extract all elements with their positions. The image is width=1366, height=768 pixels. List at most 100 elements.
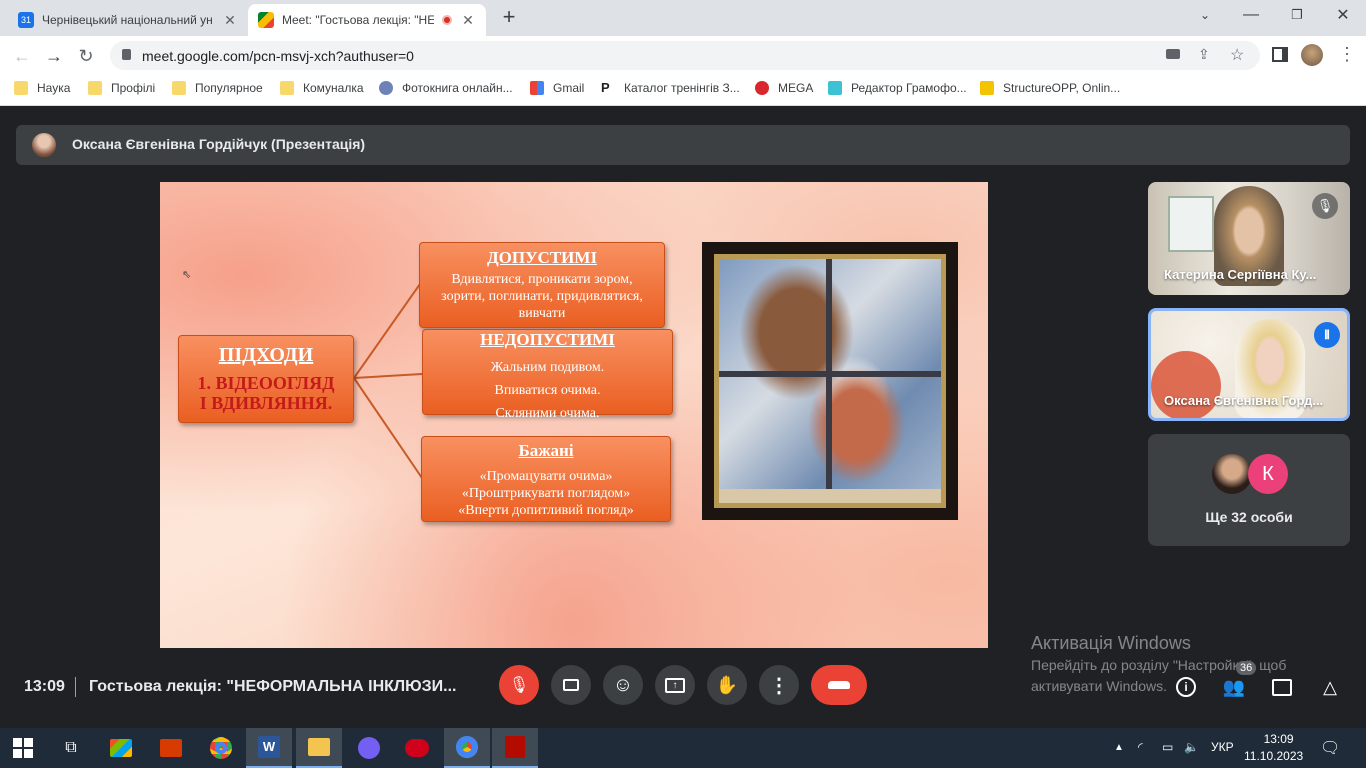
menu-icon[interactable]: ⋮ (1338, 44, 1356, 65)
unacceptable-box: НЕДОПУСТИМІ Жальним подивом. Впиватися о… (422, 329, 673, 421)
unacceptable-line: Впиватися очима. (494, 383, 601, 398)
new-tab-button[interactable]: + (498, 6, 520, 28)
avatar[interactable] (1301, 44, 1323, 66)
gmail-icon (530, 81, 544, 95)
activation-watermark-line: активувати Windows. (1031, 678, 1167, 694)
activities-button[interactable]: △ (1318, 675, 1342, 699)
participant-name: Катерина Сергіївна Ку... (1164, 267, 1317, 282)
clock[interactable]: 13:09 11.10.2023 (1244, 732, 1303, 763)
camera-toggle-button[interactable] (551, 665, 591, 705)
structure-icon (980, 81, 994, 95)
participant-tile[interactable]: ⦀ Оксана Євгенівна Горд... (1148, 308, 1350, 421)
more-participants-tile[interactable]: К Ще 32 особи (1148, 434, 1350, 546)
explorer-app[interactable] (296, 728, 342, 768)
meeting-details-button[interactable]: i (1174, 675, 1198, 699)
chrome-app-active[interactable] (444, 728, 490, 768)
chat-icon (1272, 678, 1292, 696)
reload-icon[interactable]: ↻ (74, 44, 98, 68)
more-options-button[interactable]: ⋮ (759, 665, 799, 705)
people-icon: 👥 (1222, 676, 1246, 697)
side-panel-icon[interactable] (1272, 47, 1288, 62)
chrome-app[interactable] (198, 728, 244, 768)
speaking-indicator-icon: ⦀ (1314, 322, 1340, 348)
url-text: meet.google.com/pcn-msvj-xch?authuser=0 (142, 48, 414, 64)
camera-icon[interactable] (1166, 49, 1180, 59)
avatar-initial: К (1248, 454, 1288, 494)
back-icon[interactable]: ← (10, 44, 34, 68)
acrobat-app[interactable] (492, 728, 538, 768)
mic-toggle-button[interactable]: 🎙 (499, 665, 539, 705)
painting (702, 242, 958, 520)
chat-button[interactable] (1270, 675, 1294, 699)
close-icon[interactable]: ✕ (460, 12, 476, 29)
participant-name: Оксана Євгенівна Горд... (1164, 393, 1324, 408)
restore-button[interactable]: ❐ (1274, 0, 1320, 30)
present-screen-icon: ↑ (665, 677, 685, 693)
raise-hand-button[interactable]: ✋ (707, 665, 747, 705)
bookmark-item[interactable]: Редактор Грамофо... (828, 81, 967, 95)
unacceptable-title: НЕДОПУСТИМІ (480, 330, 615, 349)
chrome-icon (210, 737, 232, 759)
close-icon[interactable]: ✕ (222, 12, 238, 29)
store-icon (110, 739, 132, 757)
bookmark-item[interactable]: Фотокнига онлайн... (379, 81, 513, 95)
call-end-icon (828, 681, 850, 689)
share-icon[interactable]: ⇪ (1198, 46, 1210, 63)
photobook-icon (379, 81, 393, 95)
chrome-icon (456, 736, 478, 758)
avatar (1212, 454, 1252, 494)
media-player-icon (405, 739, 429, 757)
reactions-button[interactable]: ☺ (603, 665, 643, 705)
tab-university[interactable]: 31 Чернівецький національний ун ✕ (8, 4, 248, 36)
tray-chevron-icon[interactable]: ▲ (1114, 742, 1124, 753)
close-window-button[interactable]: ✕ (1320, 0, 1366, 30)
battery-icon[interactable]: ▭ (1162, 740, 1173, 754)
presenter-name: Оксана Євгенівна Гордійчук (Презентація) (72, 136, 366, 152)
divider (75, 677, 76, 697)
approaches-title: ПІДХОДИ (218, 344, 314, 366)
language-indicator[interactable]: УКР (1211, 740, 1234, 754)
acceptable-title: ДОПУСТИМІ (486, 248, 598, 267)
more-people-label: Ще 32 особи (1205, 509, 1293, 525)
windows-logo-icon (13, 738, 33, 758)
start-button[interactable] (0, 728, 46, 768)
bookmark-star-icon[interactable]: ☆ (1230, 45, 1244, 65)
folder-icon (172, 81, 186, 95)
bookmark-item[interactable]: StructureOPP, Onlin... (980, 81, 1120, 95)
hand-icon: ✋ (715, 674, 739, 695)
desired-line: «Вперти допитливий погляд» (458, 503, 634, 518)
bookmark-item[interactable]: Gmail (530, 81, 584, 95)
player-app[interactable] (394, 728, 440, 768)
forward-icon[interactable]: → (42, 44, 66, 68)
minimize-button[interactable]: — (1228, 0, 1274, 30)
presentation-banner: Оксана Євгенівна Гордійчук (Презентація) (16, 125, 1350, 165)
store-app[interactable] (98, 728, 144, 768)
word-app[interactable]: W (246, 728, 292, 768)
tab-search-icon[interactable]: ⌄ (1182, 0, 1228, 30)
notifications-icon[interactable]: 🗨 (1320, 738, 1340, 758)
bookmark-item[interactable]: Комуналка (280, 81, 364, 95)
bookmark-item[interactable]: Профілі (88, 81, 155, 95)
bookmark-item[interactable]: P Каталог тренінгів З... (601, 81, 740, 95)
logo-background (1151, 351, 1221, 418)
tab-meet[interactable]: Meet: "Гостьова лекція: "НЕ ✕ (248, 4, 486, 36)
network-icon[interactable]: ◜ (1138, 740, 1143, 754)
bookmark-item[interactable]: Наука (14, 81, 70, 95)
folder-icon (308, 738, 330, 756)
present-button[interactable]: ↑ (655, 665, 695, 705)
volume-icon[interactable]: 🔈 (1184, 740, 1199, 754)
videocam-icon (563, 679, 579, 691)
acceptable-line: зорити, поглинати, придивлятися, (441, 289, 643, 304)
bookmark-item[interactable]: MEGA (755, 81, 813, 95)
viber-app[interactable] (346, 728, 392, 768)
viber-icon (358, 737, 380, 759)
leave-call-button[interactable] (811, 665, 867, 705)
people-button[interactable]: 👥 36 (1222, 661, 1257, 699)
image-app[interactable] (148, 728, 194, 768)
address-bar[interactable]: meet.google.com/pcn-msvj-xch?authuser=0 … (110, 41, 1260, 70)
participant-tile[interactable]: 🎙 Катерина Сергіївна Ку... (1148, 182, 1350, 295)
grammar-icon (828, 81, 842, 95)
task-view-button[interactable]: ⧉ (48, 728, 94, 768)
clock-date: 11.10.2023 (1244, 749, 1304, 763)
bookmark-item[interactable]: Популярное (172, 81, 263, 95)
